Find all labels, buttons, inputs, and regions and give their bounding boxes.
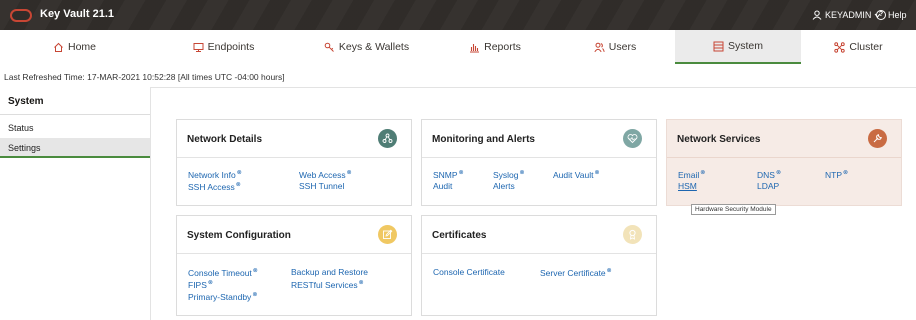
user-icon (812, 10, 822, 20)
tab-users[interactable]: Users (555, 30, 675, 64)
tab-cluster[interactable]: Cluster (801, 30, 916, 64)
ntp-link[interactable]: NTP⊗ (825, 169, 848, 180)
sidebar-item-settings[interactable]: Settings (0, 138, 150, 158)
info-icon: ⊗ (235, 182, 241, 188)
info-icon: ⊗ (236, 170, 242, 176)
tab-endpoints[interactable]: Endpoints (149, 30, 298, 64)
info-icon: ⊗ (594, 170, 600, 176)
key-icon (324, 42, 334, 52)
hsm-link[interactable]: HSM (678, 181, 697, 191)
tab-label: Reports (484, 41, 521, 53)
help-icon: ? (876, 10, 886, 20)
card-title: Certificates (432, 230, 487, 241)
cluster-icon (834, 41, 846, 53)
heart-monitor-icon (623, 129, 642, 148)
tab-keys-wallets[interactable]: Keys & Wallets (298, 30, 435, 64)
audit-link[interactable]: Audit (433, 181, 452, 191)
tab-label: Endpoints (207, 41, 255, 53)
card-header: Network Details (177, 120, 411, 158)
help-menu[interactable]: ? Help (876, 10, 907, 20)
tab-label: Keys & Wallets (338, 41, 410, 53)
certificate-icon (623, 225, 642, 244)
info-icon: ⊗ (606, 268, 612, 274)
tab-label: Cluster (849, 41, 883, 53)
help-label: Help (888, 10, 907, 20)
network-services-card: Network Services Email⊗ DNS⊗ NTP⊗ HSM LD… (666, 119, 902, 206)
card-header: System Configuration (177, 216, 411, 254)
server-certificate-link[interactable]: Server Certificate⊗ (540, 267, 612, 278)
info-icon: ⊗ (700, 170, 706, 176)
chart-icon (470, 43, 480, 53)
tab-label: System (727, 40, 763, 52)
ldap-link[interactable]: LDAP (757, 181, 779, 191)
home-icon (54, 42, 63, 52)
fips-link[interactable]: FIPS⊗ (188, 279, 213, 290)
restful-services-link[interactable]: RESTful Services⊗ (291, 279, 364, 290)
card-title: Network Services (677, 134, 761, 145)
backup-restore-link[interactable]: Backup and Restore (291, 267, 368, 277)
info-icon: ⊗ (458, 170, 464, 176)
main-nav: Home Endpoints Keys & Wallets Reports Us… (0, 30, 916, 64)
info-icon: ⊗ (207, 280, 213, 286)
card-title: Network Details (187, 134, 263, 145)
tab-system[interactable]: System (675, 30, 801, 64)
syslog-link[interactable]: Syslog⊗ (493, 169, 525, 180)
monitoring-alerts-card: Monitoring and Alerts SNMP⊗ Syslog⊗ Audi… (421, 119, 657, 206)
info-icon: ⊗ (346, 170, 352, 176)
console-timeout-link[interactable]: Console Timeout⊗ (188, 267, 258, 278)
sidebar-title: System (8, 96, 44, 107)
divider (150, 87, 151, 320)
ssh-access-link[interactable]: SSH Access⊗ (188, 181, 241, 192)
app-title: Key Vault 21.1 (40, 8, 114, 20)
info-icon: ⊗ (843, 170, 849, 176)
system-configuration-card: System Configuration Console Timeout⊗ Ba… (176, 215, 412, 316)
divider (150, 87, 916, 88)
system-icon (713, 41, 724, 51)
audit-vault-link[interactable]: Audit Vault⊗ (553, 169, 600, 180)
tab-home[interactable]: Home (0, 30, 149, 64)
card-header: Certificates (422, 216, 656, 254)
edit-icon (378, 225, 397, 244)
info-icon: ⊗ (358, 280, 364, 286)
card-title: System Configuration (187, 230, 291, 241)
card-header: Network Services (667, 120, 901, 158)
user-menu[interactable]: KEYADMIN (812, 10, 881, 20)
ssh-tunnel-link[interactable]: SSH Tunnel (299, 181, 344, 191)
card-title: Monitoring and Alerts (432, 134, 535, 145)
network-icon (378, 129, 397, 148)
info-icon: ⊗ (519, 170, 525, 176)
oracle-logo (10, 9, 32, 22)
user-name: KEYADMIN (825, 10, 872, 20)
dns-link[interactable]: DNS⊗ (757, 169, 781, 180)
sidebar-item-status[interactable]: Status (0, 118, 150, 138)
tab-label: Users (608, 41, 637, 53)
last-refreshed-text: Last Refreshed Time: 17-MAR-2021 10:52:2… (4, 72, 285, 82)
alerts-link[interactable]: Alerts (493, 181, 515, 191)
tab-reports[interactable]: Reports (435, 30, 555, 64)
certificates-card: Certificates Console Certificate Server … (421, 215, 657, 316)
tab-label: Home (67, 41, 96, 53)
console-certificate-link[interactable]: Console Certificate (433, 267, 505, 277)
info-icon: ⊗ (252, 268, 258, 274)
primary-standby-link[interactable]: Primary-Standby⊗ (188, 291, 257, 302)
hsm-tooltip: Hardware Security Module (691, 204, 776, 215)
network-details-card: Network Details Network Info⊗ Web Access… (176, 119, 412, 206)
web-access-link[interactable]: Web Access⊗ (299, 169, 352, 180)
users-icon (594, 42, 605, 52)
top-bar: Key Vault 21.1 KEYADMIN ? Help (0, 0, 916, 30)
network-info-link[interactable]: Network Info⊗ (188, 169, 242, 180)
info-icon: ⊗ (775, 170, 781, 176)
divider (0, 114, 150, 115)
wrench-icon (868, 129, 887, 148)
card-header: Monitoring and Alerts (422, 120, 656, 158)
email-link[interactable]: Email⊗ (678, 169, 705, 180)
monitor-icon (193, 42, 204, 52)
info-icon: ⊗ (252, 292, 258, 298)
snmp-link[interactable]: SNMP⊗ (433, 169, 464, 180)
